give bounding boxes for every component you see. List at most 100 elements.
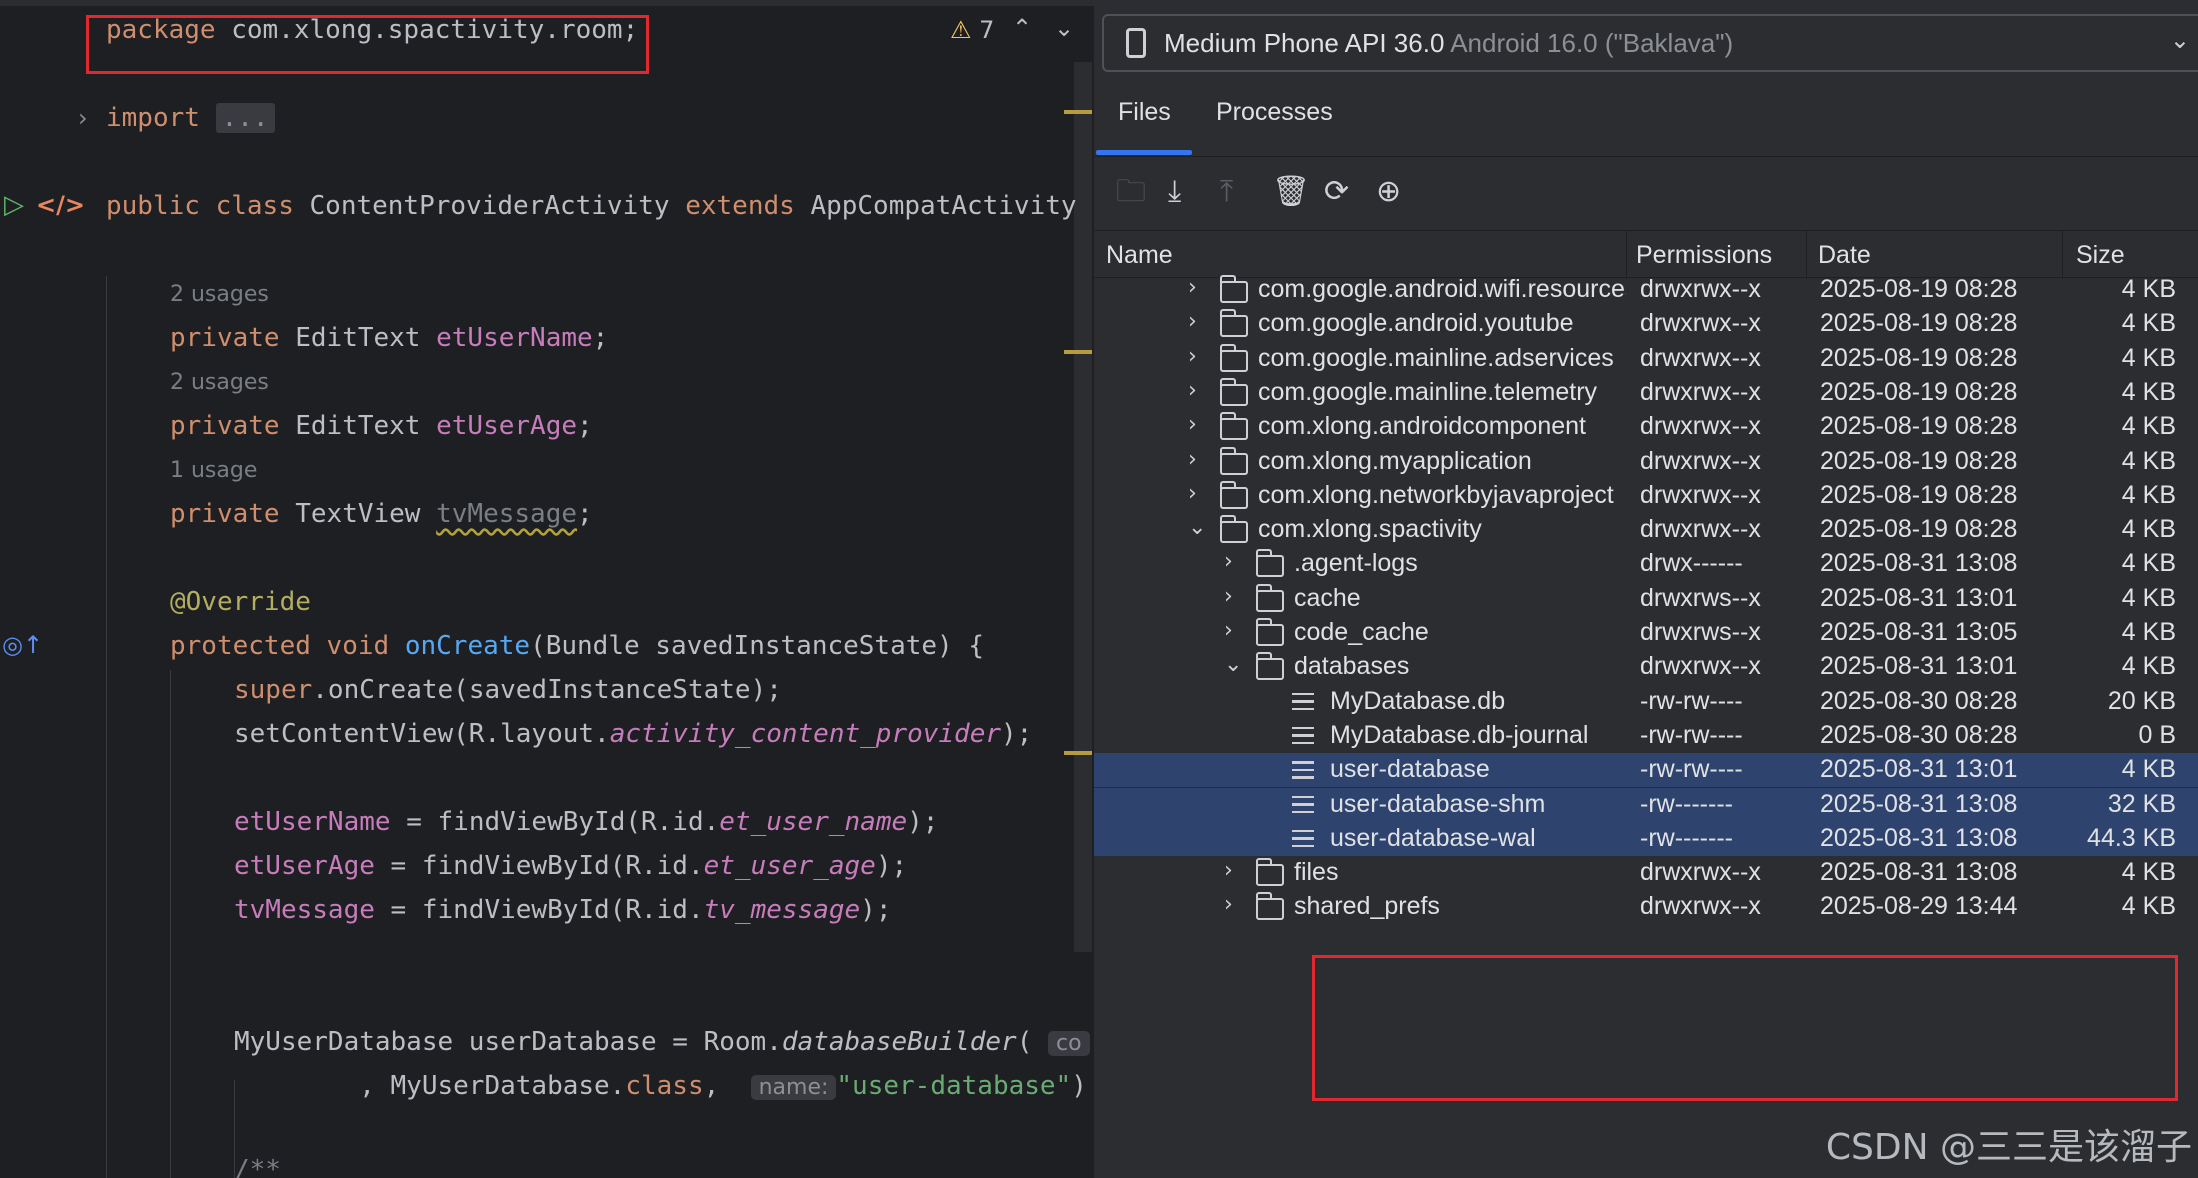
column-header-permissions[interactable]: Permissions: [1636, 241, 1772, 270]
file-row[interactable]: › cache drwxrws--x 2025-08-31 13:01 4 KB: [1094, 582, 2198, 616]
file-row[interactable]: › com.google.mainline.telemetry drwxrwx--x…: [1094, 376, 2198, 410]
file-row[interactable]: › files drwxrwx--x 2025-08-31 13:08 4 KB: [1094, 856, 2198, 890]
code-line-field-username[interactable]: private EditText etUserName;: [170, 318, 608, 358]
code-line-oncreate[interactable]: protected void onCreate(Bundle savedInst…: [170, 626, 984, 666]
folder-icon: [1256, 652, 1284, 681]
file-name: com.google.android.wifi.resources: [1258, 275, 1626, 303]
folder-icon: [1220, 480, 1248, 509]
code-line-findview-userage[interactable]: etUserAge = findViewById(R.id.et_user_ag…: [234, 846, 907, 886]
column-divider[interactable]: [1626, 231, 1627, 279]
chevron-down-icon[interactable]: ⌄: [1188, 515, 1206, 540]
file-row[interactable]: MyDatabase.db -rw-rw---- 2025-08-30 08:28 2…: [1094, 685, 2198, 719]
file-row[interactable]: MyDatabase.db-journal -rw-rw---- 2025-08-3…: [1094, 719, 2198, 753]
file-date: 2025-08-31 13:08: [1820, 549, 2018, 578]
file-name: com.google.mainline.adservices: [1258, 343, 1614, 372]
column-header-date[interactable]: Date: [1818, 241, 1871, 270]
code-line-field-userage[interactable]: private EditText etUserAge;: [170, 406, 593, 446]
file-row[interactable]: › .agent-logs drwx------ 2025-08-31 13:08 4 …: [1094, 547, 2198, 581]
file-permissions: -rw-------: [1640, 823, 1733, 852]
file-name: databases: [1294, 652, 1410, 681]
usages-hint[interactable]: 1 usage: [170, 456, 257, 486]
tab-processes[interactable]: Processes: [1216, 98, 1333, 127]
file-row[interactable]: › shared_prefs drwxrwx--x 2025-08-29 13:44 4…: [1094, 890, 2198, 924]
chevron-right-icon[interactable]: ›: [1224, 584, 1233, 609]
scroll-marker: [1064, 110, 1092, 114]
column-divider[interactable]: [2062, 231, 2063, 279]
chevron-right-icon[interactable]: ›: [1224, 618, 1233, 643]
run-gutter-icon[interactable]: ▷: [4, 190, 24, 220]
locate-icon[interactable]: ⊕: [1376, 174, 1401, 210]
next-problem-icon[interactable]: ⌄: [1054, 14, 1074, 42]
tab-files[interactable]: Files: [1118, 98, 1171, 127]
chevron-right-icon[interactable]: ›: [1188, 481, 1197, 506]
file-permissions: drwxrwx--x: [1640, 858, 1761, 887]
previous-problem-icon[interactable]: ⌃: [1012, 14, 1032, 42]
column-header-name[interactable]: Name: [1106, 241, 1173, 270]
chevron-right-icon[interactable]: ›: [1188, 378, 1197, 403]
file-row[interactable]: user-database-wal -rw------- 2025-08-31 13…: [1094, 821, 2198, 857]
folder-icon: [1220, 377, 1248, 406]
file-row[interactable]: › com.xlong.androidcomponent drwxrwx--x 202…: [1094, 410, 2198, 444]
file-row[interactable]: › com.xlong.networkbyjavaproject drwxrwx--…: [1094, 479, 2198, 513]
chevron-right-icon[interactable]: ›: [1188, 447, 1197, 472]
file-name: MyDatabase.db-journal: [1330, 720, 1589, 749]
chevron-right-icon[interactable]: ›: [1188, 412, 1197, 437]
code-line-setcontentview[interactable]: setContentView(R.layout.activity_content…: [234, 714, 1032, 754]
file-permissions: -rw-rw----: [1640, 720, 1743, 749]
code-line-comment[interactable]: /**: [234, 1150, 281, 1178]
new-folder-icon[interactable]: 🗀: [1116, 174, 1146, 210]
inspection-widget[interactable]: ⚠ 7: [950, 16, 994, 44]
column-divider[interactable]: [1806, 231, 1807, 279]
file-date: 2025-08-19 08:28: [1820, 446, 2018, 475]
chevron-right-icon[interactable]: ›: [1224, 549, 1233, 574]
file-row[interactable]: › com.xlong.myapplication drwxrwx--x 2025-0…: [1094, 445, 2198, 479]
folder-icon: [1220, 309, 1248, 338]
file-size: 4 KB: [2121, 618, 2176, 646]
sync-icon[interactable]: ⟳: [1324, 174, 1349, 210]
override-gutter-icon[interactable]: ◎↑: [2, 630, 43, 660]
code-editor[interactable]: ▷ </> ◎↑ › ⚠ 7 ⌃ ⌄ package com.xlong.spa…: [0, 0, 1094, 1178]
file-row[interactable]: ⌄ databases drwxrwx--x 2025-08-31 13:01 4 KB: [1094, 650, 2198, 684]
file-size: 20 KB: [2107, 686, 2176, 715]
file-row[interactable]: › com.google.android.youtube drwxrwx--x 202…: [1094, 307, 2198, 341]
column-header-size[interactable]: Size: [2076, 241, 2125, 270]
code-line-override[interactable]: @Override: [170, 582, 311, 622]
fold-chevron-icon[interactable]: ›: [78, 104, 88, 132]
chevron-right-icon[interactable]: ›: [1224, 892, 1233, 917]
file-row[interactable]: ⌄ com.xlong.spactivity drwxrwx--x 2025-08-1…: [1094, 513, 2198, 547]
warning-icon: ⚠: [950, 16, 972, 44]
chevron-right-icon[interactable]: ›: [1188, 344, 1197, 369]
editor-scrollbar[interactable]: [1074, 62, 1092, 952]
file-date: 2025-08-30 08:28: [1820, 686, 2018, 715]
file-row[interactable]: user-database -rw-rw---- 2025-08-31 13:01 4…: [1094, 753, 2198, 788]
file-icon: [1292, 761, 1314, 783]
download-icon[interactable]: ⤓: [1168, 174, 1181, 210]
usages-hint[interactable]: 2 usages: [170, 280, 269, 310]
chevron-right-icon[interactable]: ›: [1188, 309, 1197, 334]
code-line-findview-message[interactable]: tvMessage = findViewById(R.id.tv_message…: [234, 890, 891, 930]
chevron-right-icon[interactable]: ›: [1224, 858, 1233, 883]
file-row[interactable]: user-database-shm -rw------- 2025-08-31 13…: [1094, 787, 2198, 822]
file-name: com.xlong.spactivity: [1258, 515, 1482, 544]
code-gutter-icon[interactable]: </>: [36, 190, 85, 220]
code-line-super[interactable]: super.onCreate(savedInstanceState);: [234, 670, 782, 710]
file-date: 2025-08-31 13:08: [1820, 823, 2018, 852]
code-line-field-message[interactable]: private TextView tvMessage;: [170, 494, 593, 534]
upload-icon[interactable]: ⤒: [1220, 174, 1233, 210]
file-row[interactable]: › com.google.mainline.adservices drwxrwx--…: [1094, 342, 2198, 376]
folded-imports[interactable]: ...: [215, 103, 275, 133]
file-row[interactable]: › code_cache drwxrws--x 2025-08-31 13:05 4 K…: [1094, 616, 2198, 650]
chevron-down-icon[interactable]: ⌄: [1224, 652, 1242, 677]
device-selector[interactable]: Medium Phone API 36.0 Android 16.0 ("Bak…: [1102, 14, 2198, 72]
code-line-import[interactable]: import ...: [106, 98, 275, 138]
file-permissions: drwxrwx--x: [1640, 480, 1761, 509]
delete-icon[interactable]: 🗑: [1272, 174, 1310, 210]
chevron-right-icon[interactable]: ›: [1188, 275, 1197, 300]
editor-tab-strip-edge: [0, 0, 1094, 6]
code-line-findview-username[interactable]: etUserName = findViewById(R.id.et_user_n…: [234, 802, 938, 842]
code-line-database-builder[interactable]: MyUserDatabase userDatabase = Room.datab…: [234, 1022, 1090, 1064]
code-line-class[interactable]: public class ContentProviderActivity ext…: [106, 186, 1077, 226]
usages-hint[interactable]: 2 usages: [170, 368, 269, 398]
file-row[interactable]: › com.google.android.wifi.resources drwxrw…: [1094, 273, 2198, 307]
code-line-database-name[interactable]: , MyUserDatabase.class, name: "user-datab…: [234, 1066, 1087, 1108]
